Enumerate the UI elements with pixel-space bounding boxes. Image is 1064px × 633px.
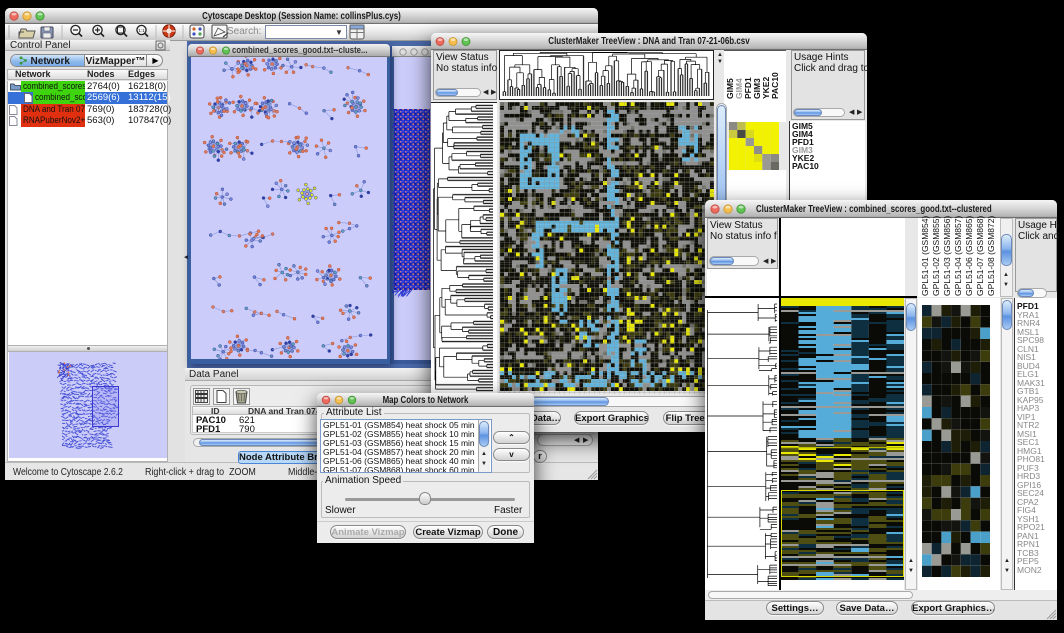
svg-text:Search:: Search: — [227, 26, 261, 37]
svg-text:1:1: 1:1 — [138, 28, 145, 33]
